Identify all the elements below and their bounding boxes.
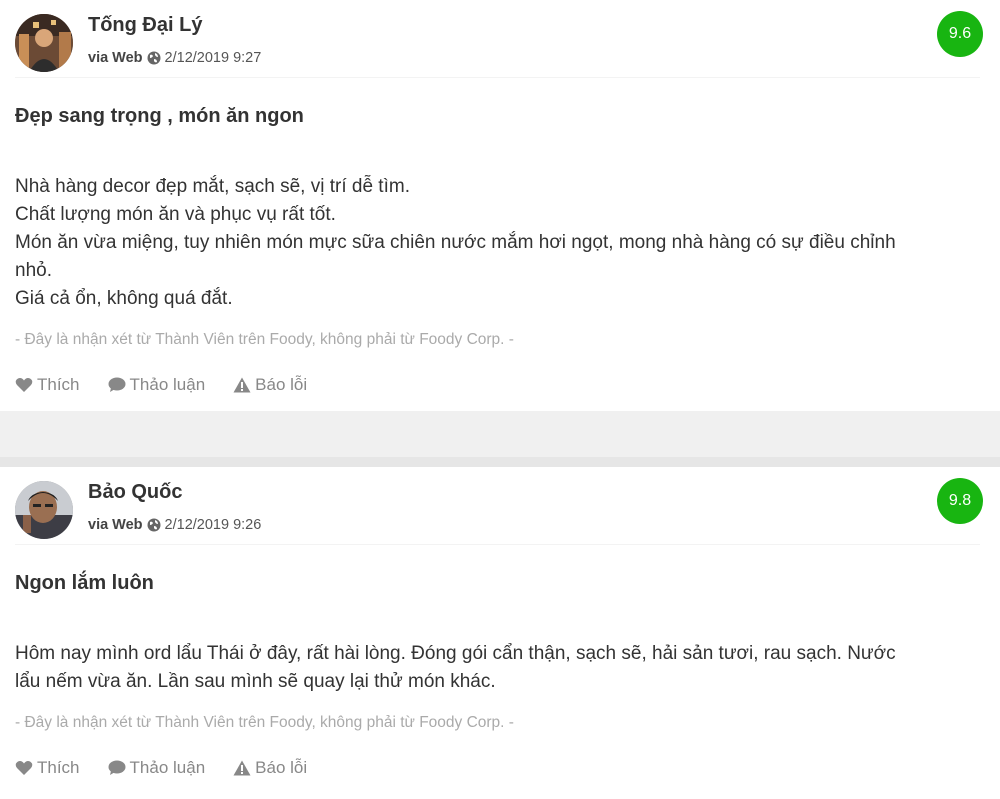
discuss-label: Thảo luận — [129, 375, 206, 394]
globe-icon — [147, 518, 161, 532]
user-name[interactable]: Tống Đại Lý — [88, 14, 202, 37]
review-title: Ngon lắm luôn — [15, 572, 154, 594]
discuss-button[interactable]: Thảo luận — [108, 758, 206, 778]
report-label: Báo lỗi — [255, 375, 308, 394]
review-body: Nhà hàng decor đẹp mắt, sạch sẽ, vị trí … — [15, 173, 985, 313]
avatar[interactable] — [15, 481, 73, 539]
header-divider — [15, 544, 980, 545]
review-header: Tống Đại Lý via Web 2/12/2019 9:27 9.6 — [15, 0, 985, 78]
review-body-line: Nhà hàng decor đẹp mắt, sạch sẽ, vị trí … — [15, 176, 410, 197]
discuss-label: Thảo luận — [129, 758, 206, 777]
review-body-line: lẩu nếm vừa ăn. Lần sau mình sẽ quay lại… — [15, 671, 496, 692]
via-label: via Web — [88, 517, 143, 533]
review-card: Tống Đại Lý via Web 2/12/2019 9:27 9.6 Đ… — [0, 0, 1000, 411]
review-body-line: Hôm nay mình ord lẩu Thái ở đây, rất hài… — [15, 643, 896, 664]
comment-icon — [108, 760, 126, 775]
report-button[interactable]: Báo lỗi — [233, 758, 307, 778]
comment-icon — [108, 377, 126, 392]
timestamp: 2/12/2019 9:26 — [164, 517, 262, 533]
review-title: Đẹp sang trọng , món ăn ngon — [15, 105, 304, 127]
review-body-line: nhỏ. — [15, 260, 52, 281]
like-button[interactable]: Thích — [15, 758, 80, 778]
disclaimer: - Đây là nhận xét từ Thành Viên trên Foo… — [15, 331, 514, 348]
discuss-button[interactable]: Thảo luận — [108, 375, 206, 395]
review-separator — [0, 411, 1000, 467]
heart-icon — [15, 761, 33, 775]
review-actions: Thích Thảo luận Báo lỗi — [15, 758, 985, 778]
report-label: Báo lỗi — [255, 758, 308, 777]
review-body-line: Chất lượng món ăn và phục vụ rất tốt. — [15, 204, 336, 225]
avatar[interactable] — [15, 14, 73, 72]
review-actions: Thích Thảo luận Báo lỗi — [15, 375, 985, 395]
heart-icon — [15, 378, 33, 392]
report-button[interactable]: Báo lỗi — [233, 375, 307, 395]
header-divider — [15, 77, 980, 78]
via-label: via Web — [88, 50, 143, 66]
review-body-line: Giá cả ổn, không quá đắt. — [15, 288, 233, 309]
review-meta: via Web 2/12/2019 9:27 — [88, 50, 261, 66]
warning-icon — [233, 760, 251, 776]
score-badge: 9.8 — [937, 478, 983, 524]
like-button[interactable]: Thích — [15, 375, 80, 395]
user-name[interactable]: Bảo Quốc — [88, 481, 182, 504]
review-meta: via Web 2/12/2019 9:26 — [88, 517, 261, 533]
review-card: Bảo Quốc via Web 2/12/2019 9:26 9.8 Ngon… — [0, 467, 1000, 799]
warning-icon — [233, 377, 251, 393]
like-label: Thích — [37, 375, 80, 394]
review-body-line: Món ăn vừa miệng, tuy nhiên món mực sữa … — [15, 232, 896, 253]
disclaimer: - Đây là nhận xét từ Thành Viên trên Foo… — [15, 714, 514, 731]
score-badge: 9.6 — [937, 11, 983, 57]
review-body: Hôm nay mình ord lẩu Thái ở đây, rất hài… — [15, 640, 985, 696]
review-header: Bảo Quốc via Web 2/12/2019 9:26 9.8 — [15, 467, 985, 545]
timestamp: 2/12/2019 9:27 — [164, 50, 262, 66]
like-label: Thích — [37, 758, 80, 777]
globe-icon — [147, 51, 161, 65]
